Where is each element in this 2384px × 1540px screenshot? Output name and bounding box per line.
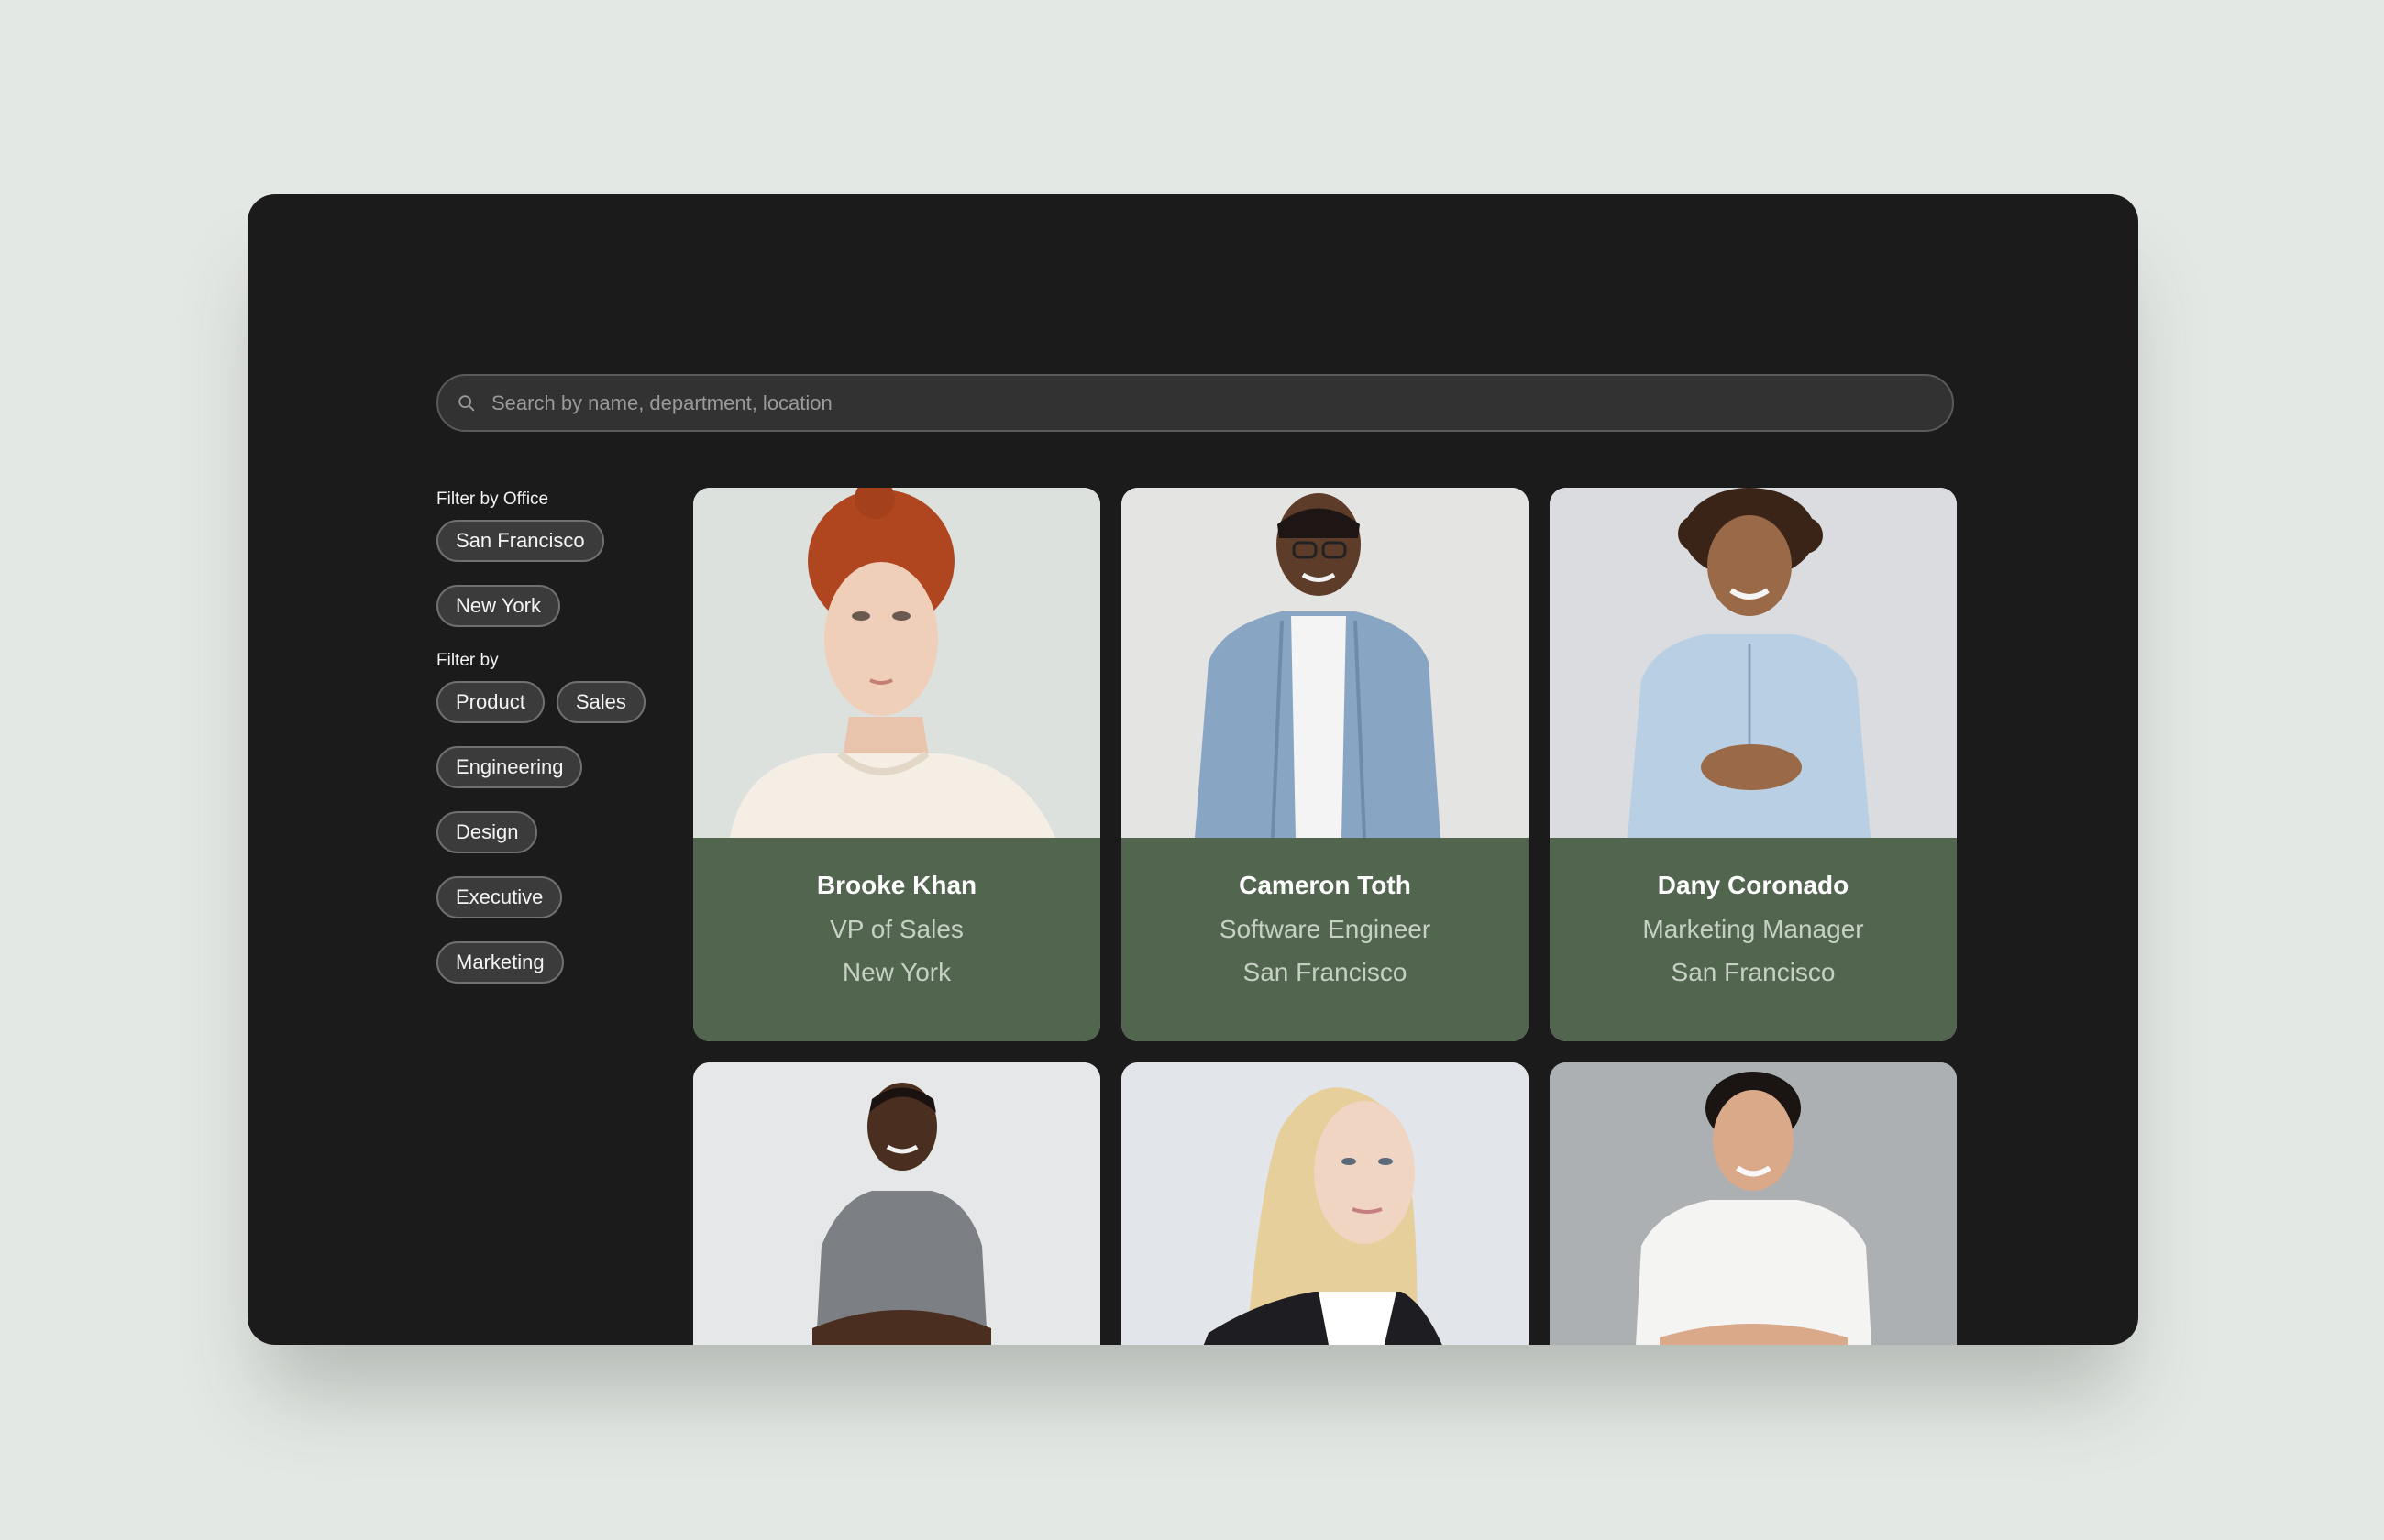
chip-dept-sales[interactable]: Sales (556, 681, 646, 723)
person-role: Software Engineer (1219, 915, 1431, 943)
chip-dept-executive[interactable]: Executive (436, 876, 563, 918)
search-icon (458, 394, 475, 411)
person-role: VP of Sales (830, 915, 964, 943)
chip-dept-marketing[interactable]: Marketing (436, 941, 564, 984)
person-card[interactable] (1550, 1062, 1957, 1345)
person-card[interactable]: Dany Coronado Marketing Manager San Fran… (1550, 488, 1957, 1041)
person-role: Marketing Manager (1642, 915, 1864, 943)
search-input[interactable] (490, 390, 1952, 416)
person-office: San Francisco (1671, 958, 1836, 986)
person-card[interactable]: Brooke Khan VP of Sales New York (693, 488, 1100, 1041)
person-card[interactable]: Cameron Toth Software Engineer San Franc… (1121, 488, 1529, 1041)
person-office: New York (842, 958, 952, 986)
person-info: Dany Coronado Marketing Manager San Fran… (1550, 838, 1957, 1041)
person-name: Cameron Toth (1239, 871, 1411, 899)
chip-office-new-york[interactable]: New York (436, 585, 560, 627)
person-photo (1550, 488, 1957, 838)
person-photo (693, 488, 1100, 838)
filters-panel: Filter by Office San Francisco New York … (436, 490, 675, 1006)
person-photo (1550, 1062, 1957, 1345)
directory-window: Filter by Office San Francisco New York … (248, 194, 2138, 1345)
chip-dept-engineering[interactable]: Engineering (436, 746, 583, 788)
person-photo (1121, 488, 1529, 838)
person-photo (693, 1062, 1100, 1345)
search-bar[interactable] (436, 374, 1954, 432)
person-info: Brooke Khan VP of Sales New York (693, 838, 1100, 1041)
person-office: San Francisco (1242, 958, 1407, 986)
person-info: Cameron Toth Software Engineer San Franc… (1121, 838, 1529, 1041)
filter-office-title: Filter by Office (436, 490, 549, 509)
chip-dept-product[interactable]: Product (436, 681, 545, 723)
chip-office-san-francisco[interactable]: San Francisco (436, 520, 604, 562)
chip-dept-design[interactable]: Design (436, 811, 538, 853)
person-card[interactable] (1121, 1062, 1529, 1345)
person-card[interactable] (693, 1062, 1100, 1345)
person-name: Dany Coronado (1657, 871, 1849, 899)
filter-department-title: Filter by (436, 651, 499, 670)
person-photo (1121, 1062, 1529, 1345)
person-name: Brooke Khan (816, 871, 977, 899)
